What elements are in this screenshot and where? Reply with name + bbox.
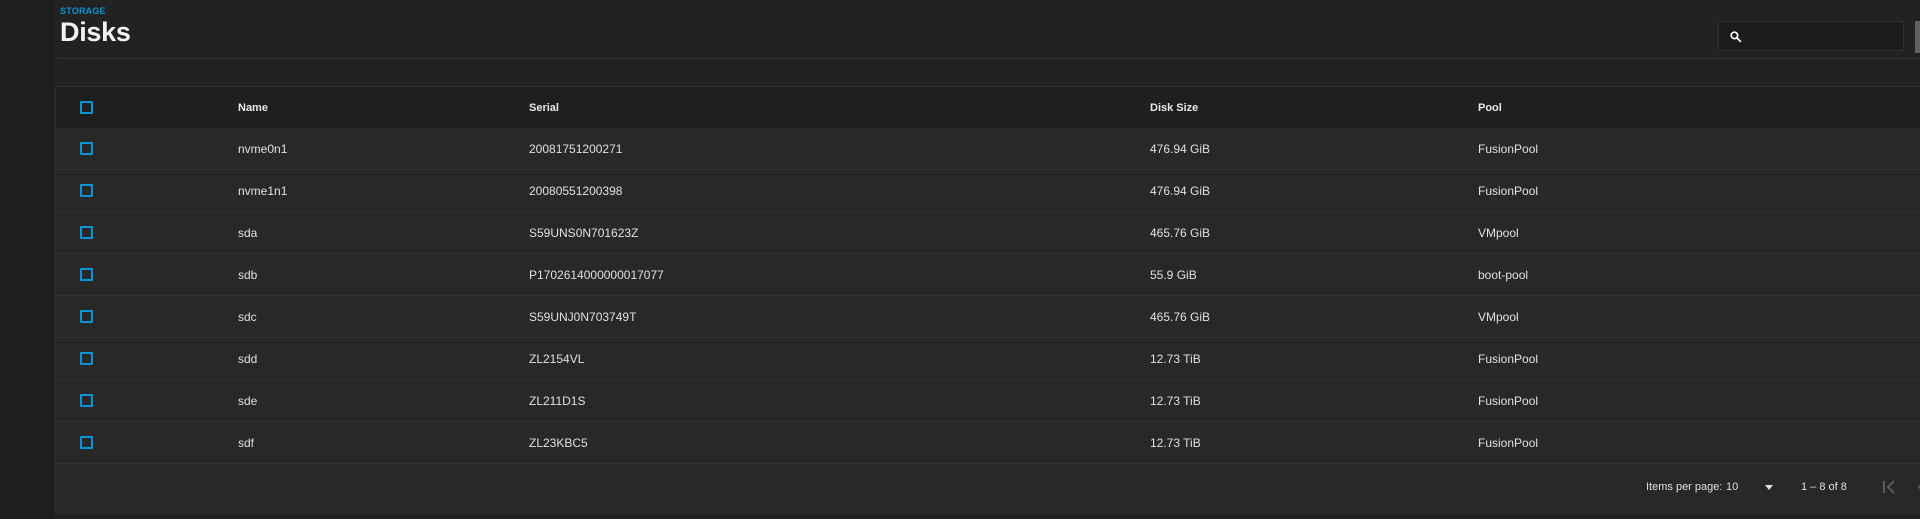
disk-pool: VMpool: [1478, 226, 1519, 240]
table-header-row: Name Serial Disk Size Pool: [56, 86, 1920, 128]
row-checkbox[interactable]: [80, 184, 93, 197]
disk-size: 465.76 GiB: [1150, 310, 1211, 324]
disks-table: Name Serial Disk Size Pool nvme0n1 20081…: [55, 86, 1920, 514]
disk-size: 465.76 GiB: [1150, 226, 1211, 240]
main-content: STORAGE Disks Name Serial Disk Size Pool: [54, 0, 1920, 519]
disk-size: 12.73 TiB: [1150, 352, 1201, 366]
paginator: Items per page: 10 1 – 8 of 8: [56, 464, 1920, 514]
column-header-disk-size[interactable]: Disk Size: [1150, 87, 1198, 129]
items-per-page-value: 10: [1726, 481, 1739, 493]
breadcrumb[interactable]: STORAGE: [60, 6, 106, 16]
disk-serial: S59UNJ0N703749T: [529, 310, 637, 324]
disk-name: sdc: [238, 310, 257, 324]
disk-pool: FusionPool: [1478, 394, 1539, 408]
disk-serial: ZL211D1S: [529, 394, 586, 408]
row-checkbox[interactable]: [80, 436, 93, 449]
items-per-page-select[interactable]: 10: [1724, 474, 1784, 500]
disk-size: 55.9 GiB: [1150, 268, 1197, 282]
disk-pool: VMpool: [1478, 310, 1519, 324]
disk-pool: FusionPool: [1478, 184, 1539, 198]
disk-size: 476.94 GiB: [1150, 184, 1211, 198]
disk-serial: ZL23KBC5: [529, 436, 588, 450]
disk-name: nvme0n1: [238, 142, 288, 156]
disk-size: 12.73 TiB: [1150, 394, 1201, 408]
table-row[interactable]: sda S59UNS0N701623Z 465.76 GiB VMpool: [56, 212, 1920, 254]
disk-size: 476.94 GiB: [1150, 142, 1211, 156]
disk-pool: FusionPool: [1478, 142, 1539, 156]
row-checkbox[interactable]: [80, 226, 93, 239]
row-checkbox[interactable]: [80, 352, 93, 365]
disk-serial: S59UNS0N701623Z: [529, 226, 639, 240]
page-header: STORAGE Disks: [57, 0, 1920, 59]
row-checkbox[interactable]: [80, 394, 93, 407]
header-action-button[interactable]: [1915, 21, 1920, 53]
disk-pool: FusionPool: [1478, 436, 1539, 450]
page: STORAGE Disks Name Serial Disk Size Pool: [0, 0, 1920, 519]
row-checkbox[interactable]: [80, 310, 93, 323]
search-input[interactable]: [1749, 27, 1899, 47]
column-header-name[interactable]: Name: [238, 87, 268, 129]
disk-serial: P1702614000000017077: [529, 268, 664, 282]
disk-serial: 20080551200398: [529, 184, 623, 198]
disk-name: sdd: [238, 352, 258, 366]
first-page-icon[interactable]: [1880, 478, 1900, 496]
table-row[interactable]: sdc S59UNJ0N703749T 465.76 GiB VMpool: [56, 296, 1920, 338]
disk-serial: 20081751200271: [529, 142, 623, 156]
search-icon: [1730, 31, 1742, 43]
disk-pool: boot-pool: [1478, 268, 1529, 282]
row-checkbox[interactable]: [80, 142, 93, 155]
table-row[interactable]: sdf ZL23KBC5 12.73 TiB FusionPool: [56, 422, 1920, 464]
disk-name: sdf: [238, 436, 255, 450]
disk-name: sdb: [238, 268, 258, 282]
disk-name: nvme1n1: [238, 184, 288, 198]
disk-serial: ZL2154VL: [529, 352, 585, 366]
disk-size: 12.73 TiB: [1150, 436, 1201, 450]
row-checkbox[interactable]: [80, 268, 93, 281]
column-header-serial[interactable]: Serial: [529, 87, 559, 129]
left-rail: [0, 0, 54, 519]
table-row[interactable]: sdb P1702614000000017077 55.9 GiB boot-p…: [56, 254, 1920, 296]
disk-pool: FusionPool: [1478, 352, 1539, 366]
table-row[interactable]: nvme0n1 20081751200271 476.94 GiB Fusion…: [56, 128, 1920, 170]
chevron-left-icon[interactable]: [1911, 478, 1920, 496]
search-box[interactable]: [1718, 21, 1904, 51]
disk-name: sde: [238, 394, 258, 408]
table-row[interactable]: sdd ZL2154VL 12.73 TiB FusionPool: [56, 338, 1920, 380]
chevron-down-icon: [1765, 485, 1773, 490]
page-title: Disks: [60, 17, 131, 47]
page-range-label: 1 – 8 of 8: [1801, 481, 1847, 493]
table-row[interactable]: nvme1n1 20080551200398 476.94 GiB Fusion…: [56, 170, 1920, 212]
disk-name: sda: [238, 226, 258, 240]
table-row[interactable]: sde ZL211D1S 12.73 TiB FusionPool: [56, 380, 1920, 422]
select-all-checkbox[interactable]: [80, 101, 93, 114]
column-header-pool[interactable]: Pool: [1478, 87, 1502, 129]
items-per-page-label: Items per page:: [1646, 481, 1723, 493]
